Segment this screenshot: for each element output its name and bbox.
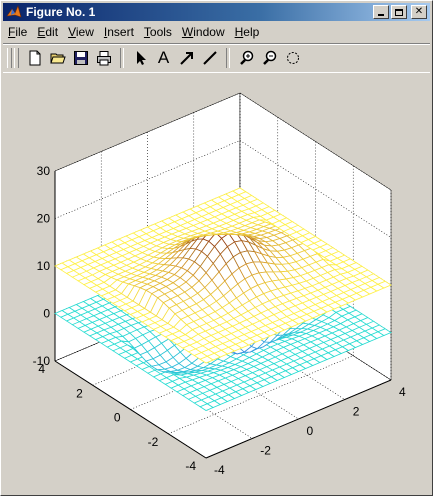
arrow-select-icon (136, 51, 146, 65)
y-tick-label: 4 (38, 362, 45, 376)
toolbar-grip[interactable] (7, 48, 12, 68)
x-tick-label: -4 (214, 463, 225, 477)
z-tick-label: 20 (37, 212, 51, 226)
open-folder-icon (49, 53, 66, 64)
window-title: Figure No. 1 (26, 5, 96, 19)
arrow-icon (179, 52, 193, 65)
y-tick-label: 2 (76, 386, 83, 400)
y-tick-label: -4 (185, 459, 196, 473)
edit-plot-button[interactable] (129, 47, 152, 69)
new-figure-button[interactable] (23, 47, 46, 69)
menu-window[interactable]: Window (177, 25, 230, 39)
menu-help[interactable]: Help (230, 25, 265, 39)
insert-line-button[interactable] (198, 47, 221, 69)
text-icon: A (157, 48, 170, 67)
surface-plot[interactable]: -100102030420-2-4 -4-2024 (3, 73, 430, 493)
insert-text-button[interactable]: A (152, 47, 175, 69)
maximize-icon (395, 8, 403, 16)
matlab-logo-icon (6, 5, 22, 19)
zoom-in-icon (239, 50, 253, 65)
close-button[interactable]: ✕ (411, 5, 427, 19)
new-file-icon (29, 50, 40, 66)
z-tick-label: 10 (37, 259, 51, 273)
menu-tools[interactable]: Tools (139, 25, 177, 39)
toolbar-separator (226, 48, 230, 68)
menu-bar: File Edit View Insert Tools Window Help (3, 22, 430, 42)
print-button[interactable] (92, 47, 115, 69)
x-tick-label: -2 (260, 444, 271, 458)
zoom-out-button[interactable] (258, 47, 281, 69)
toolbar-separator (120, 48, 124, 68)
x-tick-label: 4 (399, 385, 406, 399)
close-icon: ✕ (414, 6, 424, 17)
y-tick-label: 0 (114, 411, 121, 425)
insert-arrow-button[interactable] (175, 47, 198, 69)
figure-canvas: -10 0 10 20 30 4 2 0 -2 -4 -4 -2 0 2 4 (3, 73, 430, 493)
y-tick-label: -2 (148, 435, 159, 449)
rotate-3d-button[interactable] (281, 47, 304, 69)
rotate-icon (286, 52, 299, 64)
zoom-in-button[interactable] (235, 47, 258, 69)
minimize-icon (378, 14, 384, 16)
z-tick-label: 0 (43, 307, 50, 321)
line-icon (202, 51, 217, 65)
menu-view[interactable]: View (63, 25, 99, 39)
open-file-button[interactable] (46, 47, 69, 69)
figure-toolbar: A (3, 43, 430, 73)
save-icon (73, 51, 88, 65)
title-bar[interactable]: Figure No. 1 ✕ (3, 3, 430, 21)
z-tick-label: 30 (37, 164, 51, 178)
menu-insert[interactable]: Insert (99, 25, 139, 39)
maximize-button[interactable] (391, 5, 407, 19)
print-icon (96, 51, 111, 66)
zoom-out-icon (262, 50, 276, 65)
menu-file[interactable]: File (3, 25, 32, 39)
save-button[interactable] (69, 47, 92, 69)
x-tick-label: 2 (353, 405, 360, 419)
x-tick-label: 0 (307, 424, 314, 438)
toolbar-grip-2[interactable] (14, 48, 19, 68)
figure-window: Figure No. 1 ✕ File Edit View Insert Too… (0, 0, 433, 496)
minimize-button[interactable] (373, 5, 389, 19)
menu-edit[interactable]: Edit (32, 25, 63, 39)
